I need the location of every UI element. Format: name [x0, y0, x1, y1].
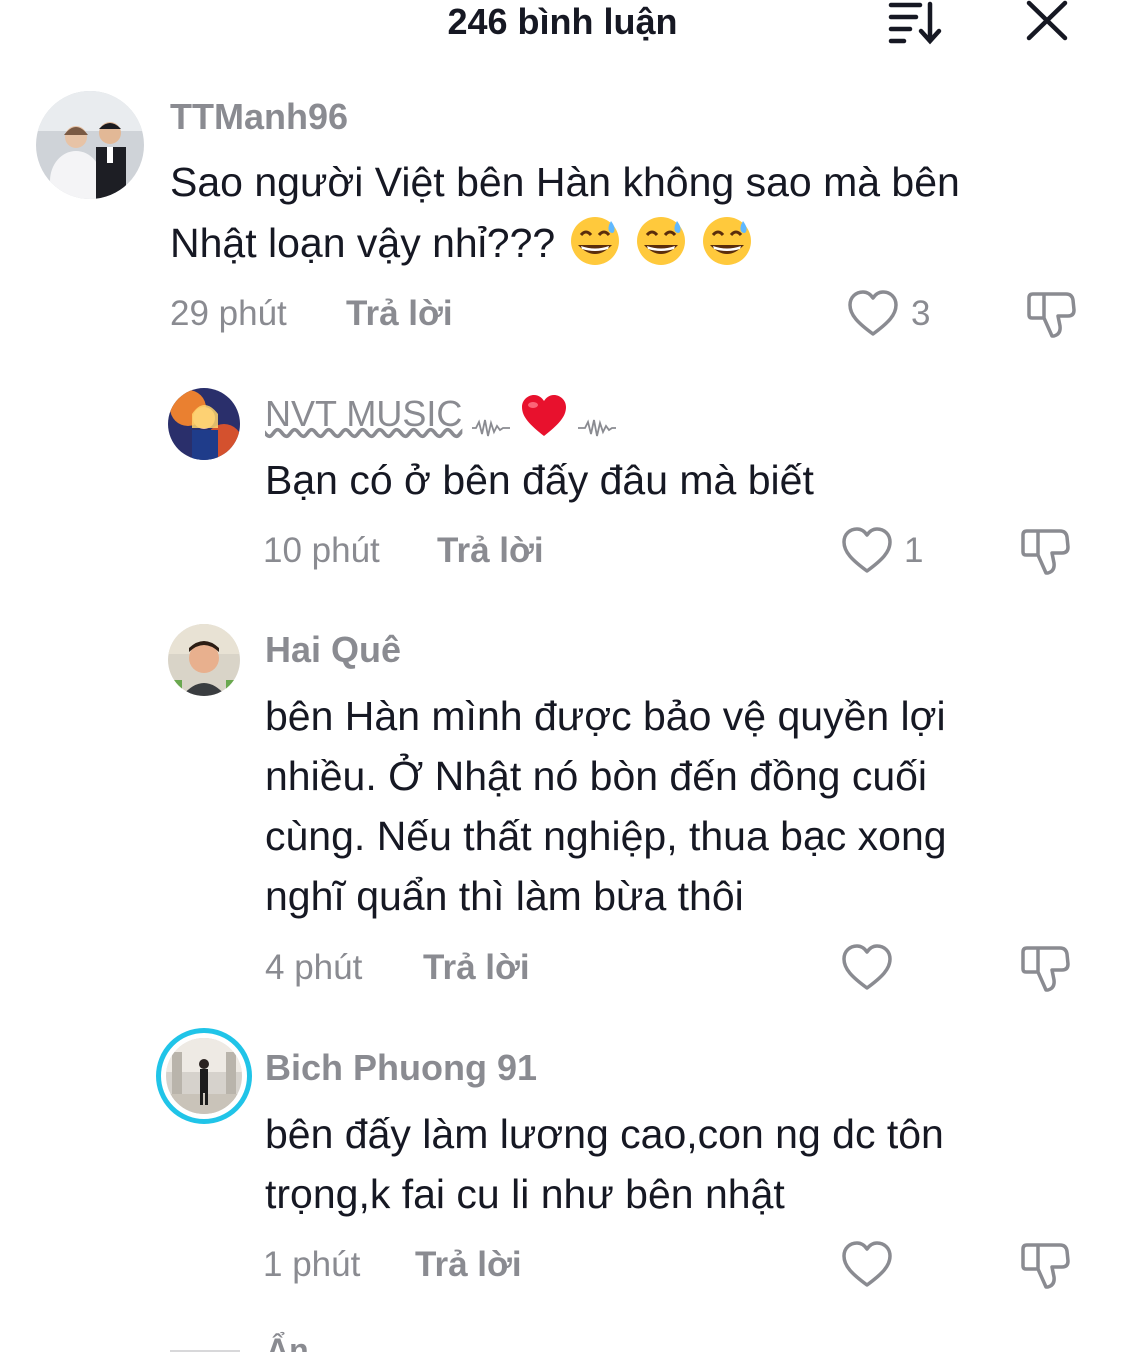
sound-wave-icon [472, 406, 511, 437]
reply-item: Hai Quê bên Hàn mình được bảo vệ quyền l… [0, 610, 1125, 1010]
comment-text-line: Bạn có ở bên đấy đâu mà biết [265, 457, 814, 503]
heart-outline-icon [842, 944, 892, 990]
sweat-smile-emoji [701, 215, 753, 267]
comment-time: 4 phút [265, 948, 363, 987]
hide-replies-label: Ẩn [266, 1332, 309, 1352]
dislike-button[interactable] [1020, 527, 1074, 577]
like-count: 1 [904, 531, 924, 570]
thumbs-down-icon [1021, 529, 1070, 575]
hide-replies-button[interactable]: Ẩn [266, 1330, 338, 1352]
sweat-smile-emoji [569, 215, 621, 267]
reply-item: Bich Phuong 91 bên đấy làm lương cao,con… [0, 1020, 1125, 1310]
heart-outline-icon [842, 527, 892, 573]
like-count: 3 [911, 294, 931, 333]
comment-text-line: bên đấy làm lương cao,con ng dc tôn [265, 1111, 944, 1157]
thumbs-down-icon [1021, 946, 1070, 992]
red-heart-emoji [520, 394, 568, 438]
like-button[interactable] [840, 1240, 894, 1290]
sound-wave-icon [578, 406, 617, 437]
avatar[interactable] [36, 91, 144, 199]
heart-outline-icon [842, 1241, 892, 1287]
dislike-button[interactable] [1026, 290, 1080, 340]
comment-time: 29 phút [170, 294, 287, 333]
comment-username[interactable]: Hai Quê [265, 630, 401, 670]
comment-username[interactable]: TTManh96 [170, 97, 348, 137]
chevron-up-icon [318, 1346, 338, 1352]
avatar-with-story-ring[interactable] [156, 1028, 252, 1124]
reply-item: NVT MUSIC Bạn có ở bên đấy đâu mà biết 1… [0, 370, 1125, 590]
comment-text-line: nhiều. Ở Nhật nó bòn đến đồng cuối [265, 753, 928, 799]
comment-username[interactable]: NVT MUSIC [265, 393, 617, 438]
avatar[interactable] [168, 624, 240, 696]
comment-time: 1 phút [263, 1245, 361, 1284]
comment-item: TTManh96 Sao người Việt bên Hàn không sa… [0, 0, 1125, 360]
comment-text-line: trọng,k fai cu li như bên nhật [265, 1171, 785, 1217]
comment-time: 10 phút [263, 531, 380, 570]
reply-button[interactable]: Trả lời [415, 1245, 522, 1285]
comment-username[interactable]: Bich Phuong 91 [265, 1048, 537, 1088]
comment-text-line: bên Hàn mình được bảo vệ quyền lợi [265, 693, 946, 739]
hide-replies-row[interactable]: Ẩn [170, 1330, 470, 1352]
dislike-button[interactable] [1020, 944, 1074, 994]
like-button[interactable] [840, 526, 894, 576]
avatar[interactable] [168, 388, 240, 460]
sweat-smile-emoji [635, 215, 687, 267]
reply-button[interactable]: Trả lời [437, 531, 544, 571]
like-button[interactable] [840, 943, 894, 993]
heart-outline-icon [848, 290, 898, 336]
dislike-button[interactable] [1020, 1241, 1074, 1291]
comment-text-line: cùng. Nếu thất nghiệp, thua bạc xong [265, 813, 947, 859]
comment-text-line: Sao người Việt bên Hàn không sao mà bên [170, 159, 960, 205]
comment-text-line: nghĩ quẩn thì làm bừa thôi [265, 873, 744, 919]
reply-button[interactable]: Trả lời [346, 294, 453, 334]
reply-button[interactable]: Trả lời [423, 948, 530, 988]
username-text: NVT MUSIC [265, 393, 463, 434]
like-button[interactable] [846, 289, 900, 339]
thumbs-down-icon [1027, 292, 1076, 338]
thumbs-down-icon [1021, 1243, 1070, 1289]
comment-text: Nhật loạn vậy nhỉ??? [170, 220, 556, 266]
comment-text-line: Nhật loạn vậy nhỉ??? [170, 213, 753, 273]
